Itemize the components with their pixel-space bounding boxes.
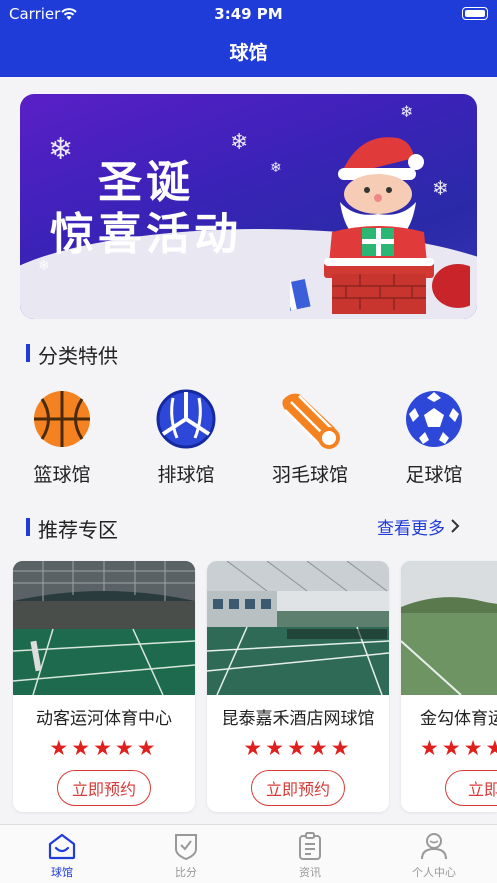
snowflake-icon: ❄	[38, 258, 50, 274]
chevron-right-icon[interactable]	[447, 518, 463, 534]
tab-profile[interactable]: 个人中心	[394, 831, 474, 880]
venue-name: 昆泰嘉禾酒店网球馆	[221, 709, 375, 729]
category-badminton[interactable]: 羽毛球馆	[255, 388, 365, 487]
rating-stars: ★★★★★	[243, 736, 353, 760]
tab-label: 球馆	[51, 866, 73, 879]
venue-name: 动客运河体育中心	[36, 709, 172, 729]
shield-check-icon	[175, 834, 197, 861]
home-icon	[48, 833, 76, 860]
section-accent-bar	[26, 344, 30, 362]
rating-stars: ★★★★★	[49, 736, 159, 760]
category-label: 足球馆	[405, 464, 463, 486]
section-header-recommend: 推荐专区	[26, 514, 226, 542]
clipboard-icon	[299, 832, 321, 860]
basketball-icon	[34, 391, 90, 447]
tab-scores[interactable]: 比分	[146, 831, 226, 880]
venue-card[interactable]: 昆泰嘉禾酒店网球馆 ★★★★★ 立即预约	[207, 561, 389, 812]
venue-card[interactable]: 金勾体育运 ★★★★★ 立即预	[401, 561, 497, 812]
page-title: 球馆	[229, 42, 268, 64]
section-accent-bar	[26, 518, 30, 536]
tab-label: 个人中心	[412, 866, 456, 879]
see-more-link[interactable]: 查看更多	[377, 514, 445, 539]
tab-news[interactable]: 资讯	[270, 831, 350, 880]
bottom-tab-bar: 球馆 比分 资讯 个人中心	[0, 824, 497, 883]
venue-card[interactable]: 动客运河体育中心 ★★★★★ 立即预约	[13, 561, 195, 812]
snowflake-icon: ❄	[270, 160, 282, 176]
snowflake-icon: ❄	[48, 132, 74, 167]
battery-icon	[462, 7, 488, 20]
venue-name: 金勾体育运	[420, 709, 497, 729]
promo-banner[interactable]: ❄ ❄ ❄ ❄ ❄ ❄ 圣诞 惊喜活动	[20, 94, 477, 319]
category-label: 排球馆	[157, 464, 215, 486]
venue-photo	[401, 561, 497, 695]
clock: 3:49 PM	[214, 5, 283, 23]
banner-title-line2: 惊喜活动	[50, 209, 242, 260]
tab-label: 比分	[175, 866, 197, 879]
tab-label: 资讯	[299, 866, 321, 879]
status-bar: Carrier 3:49 PM	[0, 4, 497, 26]
football-icon	[406, 391, 462, 447]
section-title: 推荐专区	[38, 518, 118, 542]
snowflake-icon: ❄	[230, 130, 249, 155]
category-label: 羽毛球馆	[271, 464, 348, 486]
tab-venues[interactable]: 球馆	[22, 831, 102, 880]
shuttlecock-icon	[282, 393, 340, 449]
venue-photo	[13, 561, 195, 695]
santa-chimney-illustration	[290, 137, 470, 314]
book-now-button[interactable]: 立即预	[445, 770, 497, 806]
category-volleyball[interactable]: 排球馆	[131, 388, 241, 487]
section-header-categories: 分类特供	[26, 340, 226, 368]
category-basketball[interactable]: 篮球馆	[7, 388, 117, 487]
section-title: 分类特供	[38, 344, 118, 368]
rating-stars: ★★★★★	[420, 736, 497, 760]
book-now-button[interactable]: 立即预约	[251, 770, 345, 806]
category-football[interactable]: 足球馆	[379, 388, 489, 487]
book-now-button[interactable]: 立即预约	[57, 770, 151, 806]
top-header: Carrier 3:49 PM 球馆	[0, 0, 497, 77]
venue-photo	[207, 561, 389, 695]
category-label: 篮球馆	[33, 464, 91, 486]
volleyball-icon	[156, 389, 216, 449]
snowflake-icon: ❄	[400, 102, 414, 121]
user-icon	[421, 833, 447, 860]
